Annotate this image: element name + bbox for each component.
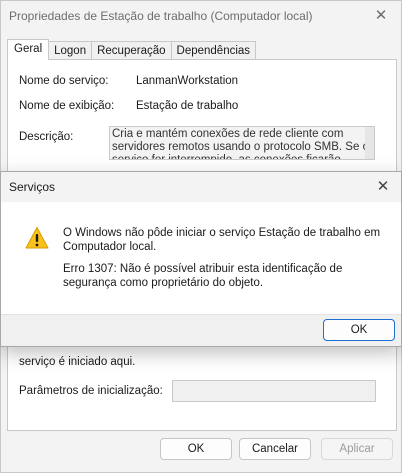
close-icon[interactable]: ✕: [371, 6, 391, 26]
properties-title: Propriedades de Estação de trabalho (Com…: [9, 9, 313, 23]
description-text: Cria e mantém conexões de rede cliente c…: [112, 128, 369, 160]
dialog-title: Serviços: [9, 180, 56, 194]
description-textbox[interactable]: Cria e mantém conexões de rede cliente c…: [109, 126, 375, 160]
dialog-message-error: Erro 1307: Não é possível atribuir esta …: [63, 263, 343, 289]
start-params-label: Parâmetros de inicialização:: [19, 385, 163, 397]
tab-recuperacao[interactable]: Recuperação: [91, 41, 172, 60]
ok-button[interactable]: OK: [160, 438, 232, 460]
display-name-label: Nome de exibição:: [19, 100, 115, 112]
close-icon[interactable]: ✕: [373, 177, 393, 197]
dialog-titlebar: Serviços ✕: [1, 172, 401, 202]
warning-icon: [25, 227, 49, 249]
dialog-message-main: O Windows não pôde iniciar o serviço Est…: [63, 227, 381, 253]
tab-geral[interactable]: Geral: [7, 39, 50, 60]
apply-button[interactable]: Aplicar: [321, 438, 393, 460]
display-name-value: Estação de trabalho: [136, 100, 239, 112]
service-name-value: LanmanWorkstation: [136, 75, 239, 87]
services-error-dialog: Serviços ✕ O Windows não pôde iniciar o …: [0, 171, 402, 347]
dialog-ok-button[interactable]: OK: [323, 319, 395, 341]
description-label: Descrição:: [19, 131, 74, 143]
start-params-input[interactable]: [172, 380, 376, 402]
properties-titlebar: Propriedades de Estação de trabalho (Com…: [1, 1, 401, 31]
tab-dependencias[interactable]: Dependências: [170, 41, 257, 60]
dialog-message: O Windows não pôde iniciar o serviço Est…: [63, 226, 393, 298]
description-scrollbar[interactable]: [365, 127, 374, 159]
tab-logon[interactable]: Logon: [48, 41, 93, 60]
service-name-label: Nome do serviço:: [19, 75, 109, 87]
dialog-footer: OK: [1, 314, 401, 346]
tab-bar: Geral Logon Recuperação Dependências: [7, 39, 257, 60]
cancel-button[interactable]: Cancelar: [239, 438, 311, 460]
start-hint-text: serviço é iniciado aqui.: [19, 356, 136, 368]
